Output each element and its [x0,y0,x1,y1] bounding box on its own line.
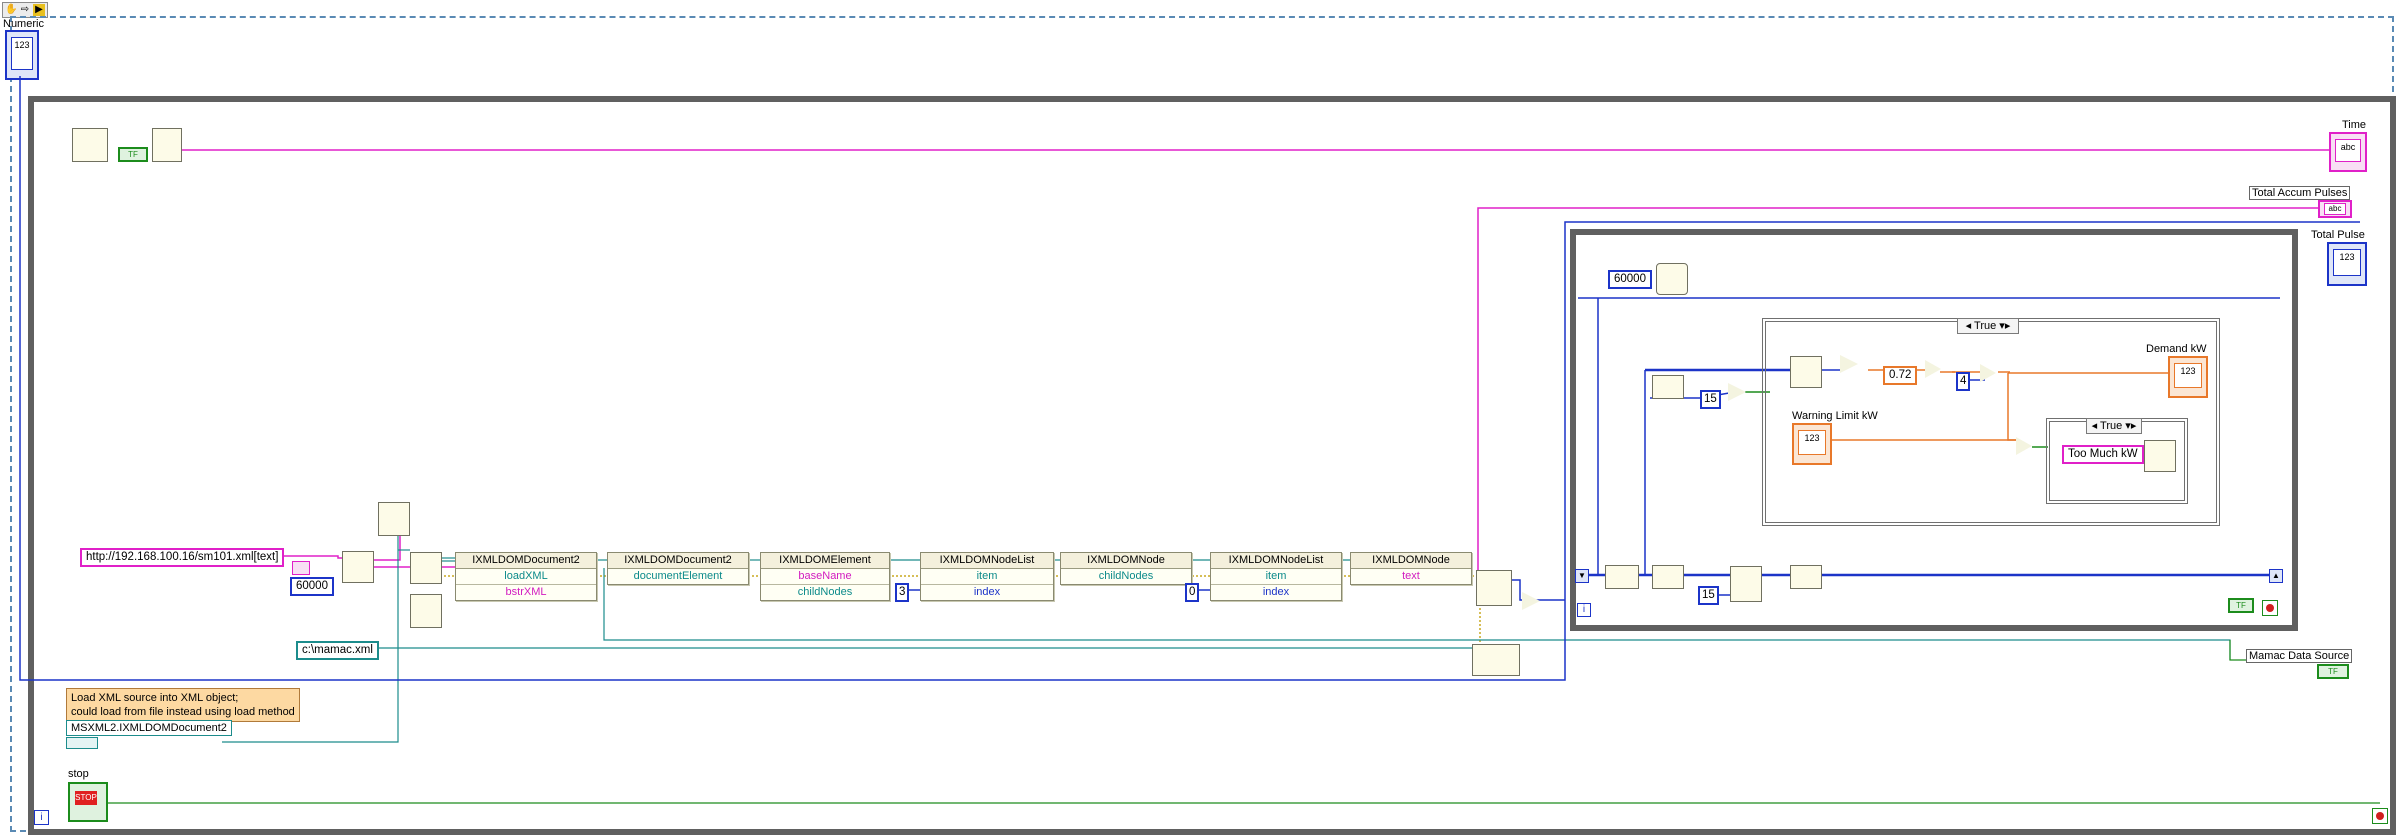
time-indicator-value: abc [2335,139,2361,162]
demand-kw-indicator: 123 [2168,356,2208,398]
wait-ms-node[interactable] [1656,263,1688,295]
index-constant-0[interactable]: 0 [1185,583,1200,602]
subtract-node[interactable] [1840,355,1858,373]
node-header: IXMLDOMNodeList [1211,553,1341,569]
loop-condition-terminal [2372,808,2388,824]
wait-constant[interactable]: 60000 [1608,270,1652,289]
node-ixmldomdocument2-element[interactable]: IXMLDOMDocument2 documentElement [607,552,749,585]
node-header: IXMLDOMDocument2 [456,553,596,569]
warning-limit-kw-label: Warning Limit kW [1792,410,1878,422]
node-ixmldomnodelist-1[interactable]: IXMLDOMNodeList item index [920,552,1054,601]
node-row-bstrxml: bstrXML [505,586,547,598]
build-array-node[interactable] [1730,566,1762,602]
stop-indicator-dot [2376,812,2384,820]
automation-open-node[interactable] [410,552,442,584]
node-ixmldomdocument2-load[interactable]: IXMLDOMDocument2 loadXML bstrXML [455,552,597,601]
node-ixmldomnode-2[interactable]: IXMLDOMNode text [1350,552,1472,585]
array-subset-node[interactable] [1605,565,1639,589]
warning-limit-kw-control[interactable]: 123 [1792,423,1832,465]
timeout-constant[interactable]: 60000 [290,577,334,596]
fifteen-constant-a[interactable]: 15 [1700,390,1721,409]
note-line-2: could load from file instead using load … [71,706,295,718]
index-array-node[interactable] [1652,565,1684,589]
node-row-item: item [921,569,1053,585]
node-row-text: text [1402,570,1420,582]
iteration-terminal: i [34,810,49,825]
class-refnum[interactable] [66,737,98,749]
node-header: IXMLDOMElement [761,553,889,569]
node-row-documentelement: documentElement [633,570,723,582]
too-much-kw-constant[interactable]: Too Much kW [2062,445,2144,464]
node-row-basename: baseName [761,569,889,585]
file-path-constant[interactable]: c:\mamac.xml [296,641,379,660]
class-name-constant[interactable]: MSXML2.IXMLDOMDocument2 [66,720,232,736]
abc-string-node[interactable] [378,502,410,536]
shift-register-left: ▼ [1575,569,1589,583]
total-pulse-label: Total Pulse [2311,229,2365,241]
node-ixmldomelement[interactable]: IXMLDOMElement baseName childNodes [760,552,890,601]
string-to-number-node[interactable] [1476,570,1512,606]
comment-note: Load XML source into XML object; could l… [66,688,300,722]
index-array-node-case[interactable] [1790,356,1822,388]
url-constant[interactable]: http://192.168.100.16/sm101.xml[text] [80,548,285,567]
demand-kw-value: 123 [2174,363,2202,388]
time-indicator: abc [2329,132,2367,172]
node-row-index: index [1262,586,1290,598]
index-constant-3[interactable]: 3 [895,583,910,602]
node-header: IXMLDOMDocument2 [608,553,748,569]
format-date-time-node[interactable] [152,128,182,162]
node-row-childnodes: childNodes [1098,570,1154,582]
node-ixmldomnodelist-2[interactable]: IXMLDOMNodeList item index [1210,552,1342,601]
four-constant[interactable]: 4 [1956,372,1971,391]
multiply-node-2[interactable] [1980,364,1996,382]
demand-kw-label: Demand kW [2146,343,2207,355]
node-header: IXMLDOMNodeList [921,553,1053,569]
inner-loop-anchor [1565,222,1567,223]
node-row-item: item [1211,569,1341,585]
close-reference-node[interactable] [1472,644,1520,676]
doc-node[interactable] [410,594,442,628]
stop-button-face: STOP [75,791,97,805]
fifteen-constant-b[interactable]: 15 [1698,586,1719,605]
inner-loop-condition [2262,600,2278,616]
stop-label: stop [68,768,89,780]
total-pulse-indicator: 123 [2327,242,2367,286]
one-button-dialog-node[interactable] [2144,440,2176,472]
note-line-1: Load XML source into XML object; [71,692,239,704]
stop-button[interactable]: STOP [68,782,108,822]
mamac-data-source-label: Mamac Data Source [2246,649,2353,663]
node-row-index: index [973,586,1001,598]
array-size-node-top[interactable] [1652,375,1684,399]
array-size-node[interactable] [1790,565,1822,589]
warning-limit-kw-value: 123 [1798,430,1826,455]
shift-register-right: ▲ [2269,569,2283,583]
outer-case-selector[interactable]: ◂ True ▾▸ [1957,318,2019,334]
inner-boolean-constant[interactable]: TF [2228,598,2254,613]
http-get-node[interactable] [342,551,374,583]
greater-equal-node[interactable] [1728,383,1746,401]
greater-than-node[interactable] [2016,437,2032,455]
node-header: IXMLDOMNode [1061,553,1191,569]
factor-constant[interactable]: 0.72 [1883,366,1918,385]
string-constant-small[interactable] [292,561,310,575]
compare-node[interactable] [1522,592,1540,610]
boolean-constant-top[interactable]: TF [118,147,148,162]
node-header: IXMLDOMNode [1351,553,1471,569]
get-date-time-node[interactable] [72,128,108,162]
time-label: Time [2342,119,2367,131]
total-accum-pulses-indicator: abc [2318,200,2352,218]
total-accum-pulses-value: abc [2324,203,2346,215]
total-pulse-value: 123 [2333,249,2361,276]
mamac-data-source-indicator: TF [2317,664,2349,679]
inner-case-value: True [2100,420,2123,432]
inner-case-selector[interactable]: ◂ True ▾▸ [2086,418,2142,434]
inner-iteration-terminal: i [1577,603,1591,617]
node-ixmldomnode-1[interactable]: IXMLDOMNode childNodes [1060,552,1192,585]
inner-stop-dot [2266,604,2274,612]
node-row-loadxml: loadXML [456,569,596,585]
node-row-childnodes: childNodes [797,586,853,598]
multiply-node-1[interactable] [1925,360,1941,378]
total-accum-pulses-label: Total Accum Pulses [2249,186,2351,200]
outer-case-value: True [1974,320,1997,332]
